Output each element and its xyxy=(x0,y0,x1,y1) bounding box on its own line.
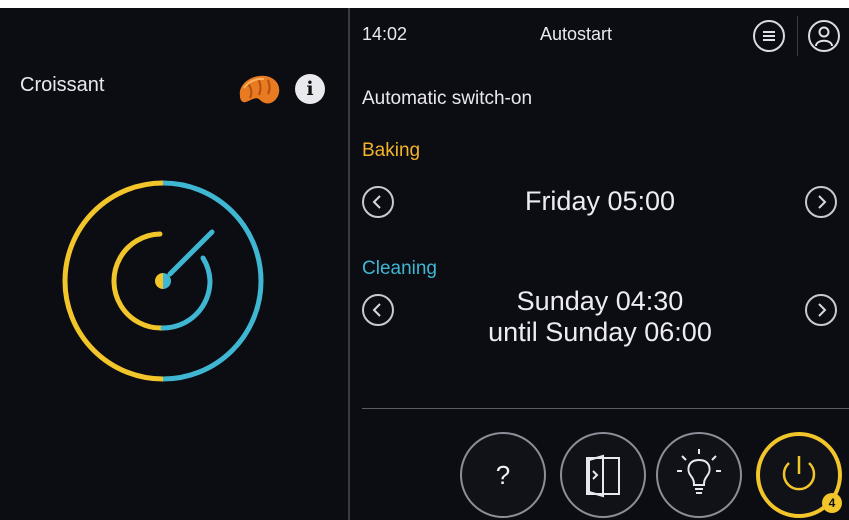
chevron-right-icon xyxy=(818,303,827,317)
help-icon: ? xyxy=(495,460,511,490)
light-bulb-icon xyxy=(677,449,721,494)
product-name: Croissant xyxy=(20,74,105,96)
baking-time-value: Friday 05:00 xyxy=(524,186,676,216)
baking-next-button[interactable] xyxy=(805,186,837,218)
menu-icon xyxy=(763,31,775,41)
program-progress-dial xyxy=(62,180,264,382)
info-icon: i xyxy=(306,78,314,100)
cleaning-end-value: until Sunday 06:00 xyxy=(488,317,712,347)
cleaning-next-button[interactable] xyxy=(805,294,837,326)
cleaning-start-value: Sunday 04:30 xyxy=(516,286,684,316)
oven-door-button[interactable] xyxy=(560,432,646,518)
baking-label: Baking xyxy=(362,140,421,161)
cleaning-label: Cleaning xyxy=(362,258,437,279)
chevron-right-icon xyxy=(818,195,827,209)
autostart-subtitle: Automatic switch-on xyxy=(362,88,533,109)
power-notification-badge: 4 xyxy=(822,493,842,513)
menu-button[interactable] xyxy=(753,20,785,52)
info-button[interactable]: i xyxy=(295,74,325,104)
autostart-panel: 14:02 Autostart Automatic switch-on Baki… xyxy=(350,8,849,520)
help-button[interactable]: ? xyxy=(460,432,546,518)
chevron-left-icon xyxy=(372,303,381,317)
header-separator xyxy=(797,16,798,56)
oven-door-icon xyxy=(586,454,620,498)
croissant-icon xyxy=(239,75,280,104)
user-icon xyxy=(815,26,833,47)
oven-touch-screen: Croissant i 14:02 Autostart Automatic sw… xyxy=(0,8,849,520)
oven-light-button[interactable] xyxy=(656,432,742,518)
program-panel: Croissant i xyxy=(0,8,348,520)
chevron-left-icon xyxy=(372,195,381,209)
clock-time: 14:02 xyxy=(362,24,408,44)
user-button[interactable] xyxy=(808,20,840,52)
content-divider xyxy=(362,408,849,409)
cleaning-previous-button[interactable] xyxy=(362,294,394,326)
screen-title: Autostart xyxy=(540,24,613,44)
baking-previous-button[interactable] xyxy=(362,186,394,218)
